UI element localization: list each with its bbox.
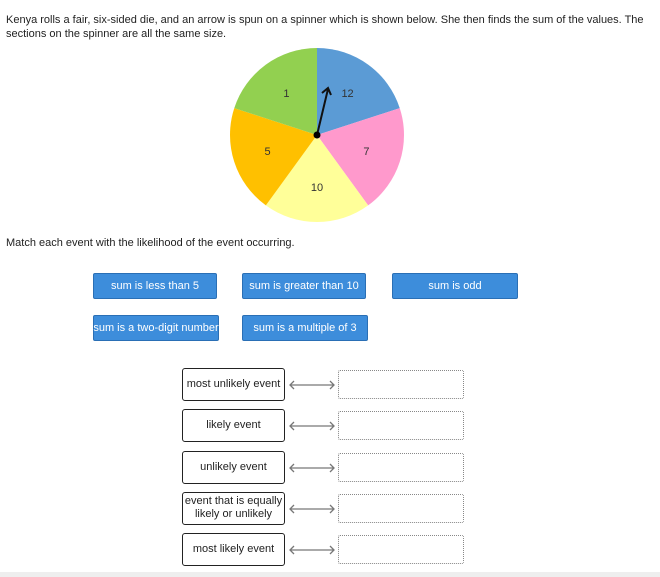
double-arrow-icon bbox=[289, 380, 335, 390]
spinner-section-label: 1 bbox=[283, 88, 289, 100]
option-chip[interactable]: sum is a multiple of 3 bbox=[242, 315, 368, 341]
option-chip[interactable]: sum is a two-digit number bbox=[93, 315, 219, 341]
likelihood-label: unlikely event bbox=[182, 450, 285, 484]
likelihood-label: most likely event bbox=[182, 533, 285, 567]
likelihood-label: likely event bbox=[182, 409, 285, 443]
likelihood-label: event that is equally likely or unlikely bbox=[182, 491, 285, 525]
question-text: Kenya rolls a fair, six-sided die, and a… bbox=[6, 14, 644, 40]
drop-target[interactable] bbox=[338, 493, 464, 523]
option-chip[interactable]: sum is greater than 10 bbox=[242, 273, 366, 299]
drop-target[interactable] bbox=[338, 535, 464, 565]
likelihood-label: most unlikely event bbox=[182, 368, 285, 401]
drop-target[interactable] bbox=[338, 411, 464, 441]
instruction-text: Match each event with the likelihood of … bbox=[6, 237, 295, 249]
double-arrow-icon bbox=[289, 545, 335, 555]
double-arrow-icon bbox=[289, 421, 335, 431]
double-arrow-icon bbox=[289, 504, 335, 514]
option-chip[interactable]: sum is less than 5 bbox=[93, 273, 217, 299]
spinner-section-label: 5 bbox=[264, 146, 270, 158]
spinner-image: 12 7 10 5 1 bbox=[230, 48, 404, 222]
double-arrow-icon bbox=[289, 463, 335, 473]
drop-target[interactable] bbox=[338, 370, 464, 399]
drop-target[interactable] bbox=[338, 452, 464, 482]
spinner-section-label: 12 bbox=[341, 88, 353, 100]
spinner-section-label: 10 bbox=[311, 182, 323, 194]
spinner-pivot bbox=[313, 131, 321, 139]
spinner-section-label: 7 bbox=[363, 146, 369, 158]
footer-bar bbox=[0, 572, 660, 577]
option-chip[interactable]: sum is odd bbox=[392, 273, 518, 299]
